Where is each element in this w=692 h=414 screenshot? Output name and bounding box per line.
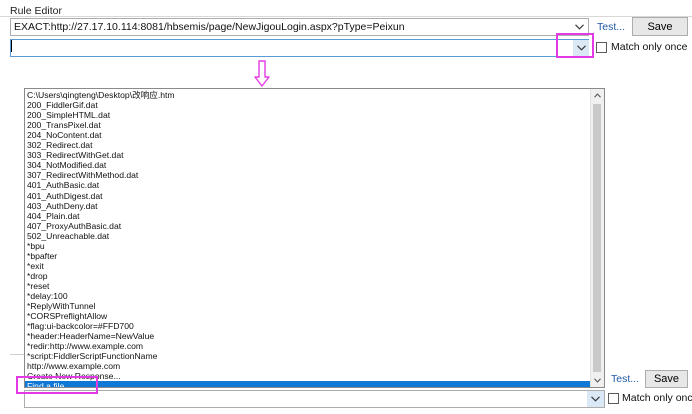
- list-item[interactable]: *header:HeaderName=NewValue: [27, 331, 154, 341]
- divider: [0, 16, 692, 17]
- match-only-once-label: Match only once: [611, 41, 688, 53]
- response-dropdown-list[interactable]: C:\Users\qingteng\Desktop\改响应.htm 200_Fid…: [24, 88, 605, 388]
- list-item[interactable]: 304_NotModified.dat: [27, 160, 106, 170]
- action-combo[interactable]: [10, 39, 589, 57]
- list-item[interactable]: 401_AuthBasic.dat: [27, 180, 99, 190]
- list-item[interactable]: 200_SimpleHTML.dat: [27, 110, 110, 120]
- list-item[interactable]: 307_RedirectWithMethod.dat: [27, 170, 138, 180]
- scroll-down-arrow-icon[interactable]: [591, 374, 604, 387]
- list-item[interactable]: 502_Unreachable.dat: [27, 231, 109, 241]
- list-item[interactable]: *bpafter: [27, 251, 57, 261]
- list-item[interactable]: *drop: [27, 271, 48, 281]
- list-item[interactable]: 407_ProxyAuthBasic.dat: [27, 221, 121, 231]
- action-combo-bottom[interactable]: [24, 390, 605, 408]
- match-url-combo[interactable]: EXACT:http://27.17.10.114:8081/hbsemis/p…: [10, 18, 589, 36]
- list-item[interactable]: C:\Users\qingteng\Desktop\改响应.htm: [27, 90, 175, 100]
- list-item[interactable]: 303_RedirectWithGet.dat: [27, 150, 124, 160]
- list-item[interactable]: *ReplyWithTunnel: [27, 301, 95, 311]
- list-item[interactable]: *flag:ui-backcolor=#FFD700: [27, 321, 134, 331]
- list-item[interactable]: *CORSPreflightAllow: [27, 311, 107, 321]
- list-item[interactable]: *exit: [27, 261, 44, 271]
- list-item[interactable]: *delay:100: [27, 291, 68, 301]
- list-item-selected[interactable]: Find a file...: [25, 381, 593, 387]
- scroll-up-arrow-icon[interactable]: [591, 89, 604, 102]
- save-button-top[interactable]: Save: [632, 17, 688, 36]
- arrow-down-outline-icon: [254, 60, 270, 91]
- match-url-value: EXACT:http://27.17.10.114:8081/hbsemis/p…: [14, 21, 405, 33]
- dropdown-arrow-highlight: [556, 33, 594, 58]
- list-item[interactable]: 403_AuthDeny.dat: [27, 201, 98, 211]
- text-caret: [11, 40, 12, 52]
- vertical-scrollbar[interactable]: [590, 89, 604, 387]
- list-item[interactable]: 404_Plain.dat: [27, 211, 80, 221]
- match-only-once-checkbox[interactable]: [596, 42, 607, 53]
- list-item[interactable]: 200_TransPixel.dat: [27, 120, 101, 130]
- list-item[interactable]: *bpu: [27, 241, 45, 251]
- list-item[interactable]: http://www.example.com: [27, 361, 120, 371]
- divider: [10, 354, 24, 355]
- list-item[interactable]: 302_Redirect.dat: [27, 140, 92, 150]
- match-only-once-checkbox-bottom[interactable]: [608, 393, 619, 404]
- list-item[interactable]: 204_NoContent.dat: [27, 130, 102, 140]
- list-item[interactable]: *script:FiddlerScriptFunctionName: [27, 351, 157, 361]
- list-item[interactable]: *reset: [27, 281, 49, 291]
- scrollbar-thumb[interactable]: [593, 104, 601, 372]
- list-item[interactable]: *redir:http://www.example.com: [27, 341, 143, 351]
- save-button-bottom[interactable]: Save: [645, 370, 688, 388]
- list-item[interactable]: 401_AuthDigest.dat: [27, 191, 103, 201]
- test-link-bottom[interactable]: Test...: [611, 373, 639, 385]
- match-only-once-label-bottom: Match only once: [622, 392, 692, 404]
- find-a-file-highlight: [16, 376, 98, 394]
- list-item[interactable]: 200_FiddlerGif.dat: [27, 100, 98, 110]
- test-link-top[interactable]: Test...: [597, 21, 625, 33]
- chevron-down-icon[interactable]: [587, 391, 604, 407]
